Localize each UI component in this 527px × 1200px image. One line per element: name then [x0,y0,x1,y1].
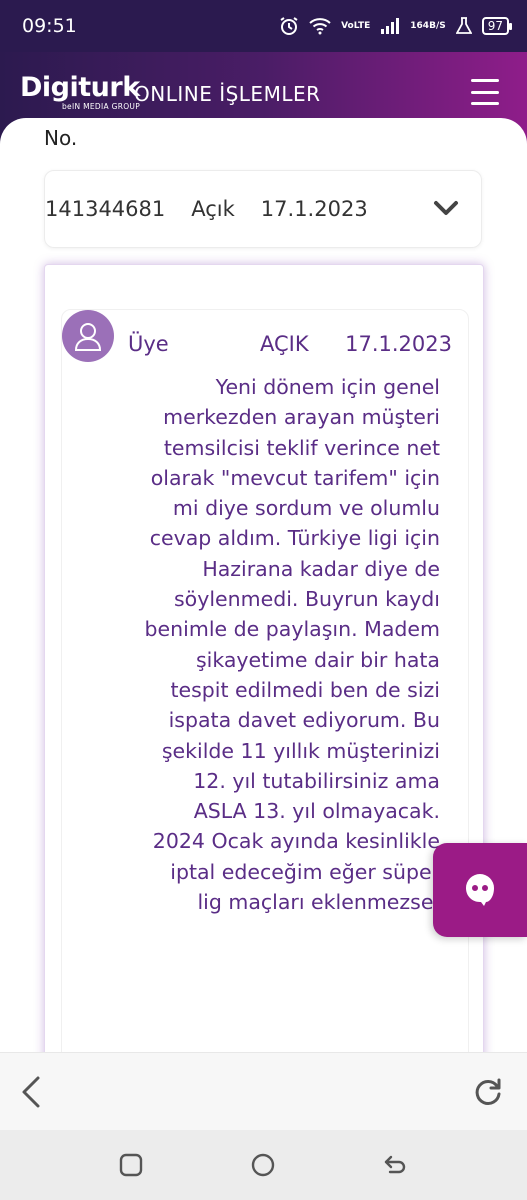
message-text: Yeni dönem için genel merkezden arayan m… [144,375,440,915]
battery-icon: 97 [481,17,513,35]
recents-icon[interactable] [118,1152,144,1178]
digiturk-logo[interactable]: Digiturk beIN MEDIA GROUP [20,74,140,111]
back-arrow-icon[interactable] [18,1075,46,1109]
ticket-number: 141344681 [45,197,166,221]
home-icon[interactable] [250,1152,276,1178]
message-sender: Üye [128,332,169,356]
flask-icon [455,17,472,35]
chat-button[interactable] [433,843,527,937]
logo-text: Digiturk [20,72,140,103]
status-icons: Vo LTE 164 B/S 97 [279,16,513,36]
ticket-number-column-label: No. [44,126,78,150]
ticket-row[interactable]: 141344681 Açık 17.1.2023 [44,170,482,248]
browser-navigation-bar [0,1052,527,1130]
network-type-label: Vo LTE [341,20,371,31]
page-title: ONLINE İŞLEMLER [134,82,321,106]
ticket-status: Açık [191,197,235,221]
system-back-icon[interactable] [382,1152,408,1178]
chevron-down-icon[interactable] [433,197,459,219]
network-speed: 164 B/S [410,20,446,31]
message-card: Üye AÇIK 17.1.2023 Yeni dönem için genel… [61,309,469,1068]
hamburger-menu-icon[interactable] [471,79,499,105]
wifi-icon [309,17,331,35]
message-date: 17.1.2023 [345,332,452,356]
logo-subtext: beIN MEDIA GROUP [62,102,141,111]
status-bar: 09:51 Vo LTE 164 B/S 97 [0,0,527,52]
ticket-detail-panel: Üye AÇIK 17.1.2023 Yeni dönem için genel… [44,264,484,1068]
reload-icon[interactable] [473,1077,503,1107]
status-time: 09:51 [22,15,77,37]
chat-ghost-icon [460,868,500,912]
system-navigation-bar [0,1130,527,1200]
alarm-icon [279,16,299,36]
ticket-date: 17.1.2023 [260,197,368,221]
signal-icon [380,18,400,34]
user-avatar-icon [62,310,114,362]
message-status: AÇIK [260,332,309,356]
